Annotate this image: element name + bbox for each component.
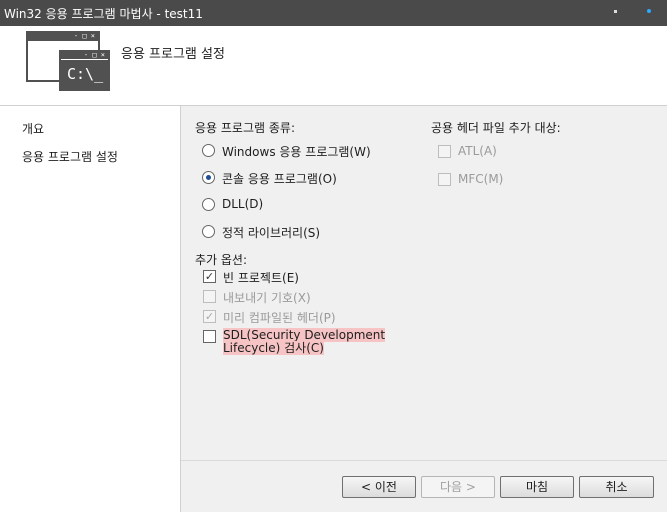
additional-options-label: 추가 옵션: bbox=[195, 253, 248, 267]
cancel-button[interactable]: 취소 bbox=[579, 476, 654, 498]
console-icon-text: C:\_ bbox=[67, 65, 104, 83]
checkbox[interactable] bbox=[203, 290, 216, 303]
next-button[interactable]: 다음 > bbox=[421, 476, 495, 498]
radio-button[interactable] bbox=[202, 225, 215, 238]
sidebar-item-overview[interactable]: 개요 bbox=[22, 120, 44, 137]
checkbox-checked[interactable]: ✓ bbox=[203, 270, 216, 283]
close-icon[interactable] bbox=[647, 9, 651, 13]
radio-button[interactable] bbox=[202, 144, 215, 157]
sdl-label-line2: Lifecycle) 검사(C) bbox=[223, 341, 324, 355]
radio-button[interactable] bbox=[202, 198, 215, 211]
checkbox[interactable] bbox=[438, 173, 451, 186]
common-headers-label: 공용 헤더 파일 추가 대상: bbox=[431, 121, 561, 135]
checkbox[interactable] bbox=[438, 145, 451, 158]
sdl-label-line1: SDL(Security Development bbox=[223, 328, 386, 342]
title-bar: Win32 응용 프로그램 마법사 - test11 bbox=[0, 0, 667, 26]
app-type-label: 응용 프로그램 종류: bbox=[195, 121, 295, 135]
console-icon: - □ × C:\_ bbox=[59, 50, 110, 91]
finish-button[interactable]: 마침 bbox=[500, 476, 574, 498]
page-title: 응용 프로그램 설정 bbox=[121, 47, 225, 62]
wizard-sidebar: 개요 응용 프로그램 설정 bbox=[0, 106, 181, 512]
prev-button[interactable]: < 이전 bbox=[342, 476, 416, 498]
window-title: Win32 응용 프로그램 마법사 - test11 bbox=[4, 7, 203, 21]
checkbox[interactable] bbox=[203, 330, 216, 343]
sidebar-item-app-settings[interactable]: 응용 프로그램 설정 bbox=[22, 148, 118, 165]
checkbox-checked[interactable]: ✓ bbox=[203, 310, 216, 323]
divider bbox=[181, 460, 667, 461]
minimize-icon[interactable] bbox=[614, 10, 617, 13]
settings-panel: 응용 프로그램 종류: Windows 응용 프로그램(W) 콘솔 응용 프로그… bbox=[181, 106, 667, 512]
wizard-header: - □ × - □ × C:\_ 응용 프로그램 설정 bbox=[0, 26, 667, 106]
radio-button-selected[interactable] bbox=[202, 171, 215, 184]
